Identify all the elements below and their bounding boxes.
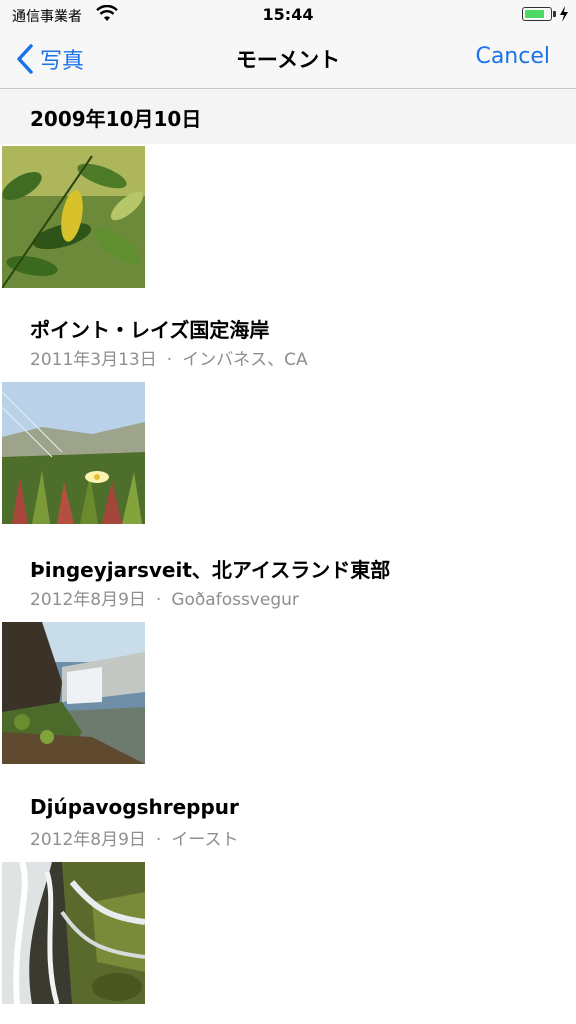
section-date-title: 2009年10月10日 [30,107,202,131]
moment-title: Þingeyjarsveit、北アイスランド東部 [30,558,391,582]
moment-subtitle: 2012年8月9日 · Goðafossvegur [30,585,299,610]
section-header: 2009年10月10日 [0,89,576,144]
moment-location: イースト [171,830,239,850]
status-bar: 通信事業者 15:44 [0,0,576,30]
photo-thumbnail-stream[interactable] [2,862,145,1004]
moment-subtitle: 2011年3月13日 · インバネス、CA [30,345,308,370]
photo-thumbnail-coast-flower[interactable] [2,382,145,524]
subtitle-separator: · [166,350,173,370]
subtitle-separator: · [155,830,162,850]
moment-location: インバネス、CA [182,350,308,370]
photo-thumbnail-waterfall[interactable] [2,622,145,764]
battery-icon [522,7,556,21]
moment-date: 2012年8月9日 [30,830,146,850]
charging-bolt-icon [560,6,568,22]
moment-date: 2011年3月13日 [30,350,157,370]
cancel-button[interactable]: Cancel [475,44,550,69]
moment-subtitle: 2012年8月9日 · イースト [30,825,238,850]
moment-location: Goðafossvegur [171,590,299,610]
status-time: 15:44 [262,5,314,24]
moment-title: ポイント・レイズ国定海岸 [30,318,270,342]
moment-date: 2012年8月9日 [30,590,146,610]
navigation-bar: 写真 モーメント Cancel [0,30,576,89]
moment-title: Djúpavogshreppur [30,795,239,819]
subtitle-separator: · [155,590,162,610]
photo-thumbnail-leaves[interactable] [2,146,145,288]
